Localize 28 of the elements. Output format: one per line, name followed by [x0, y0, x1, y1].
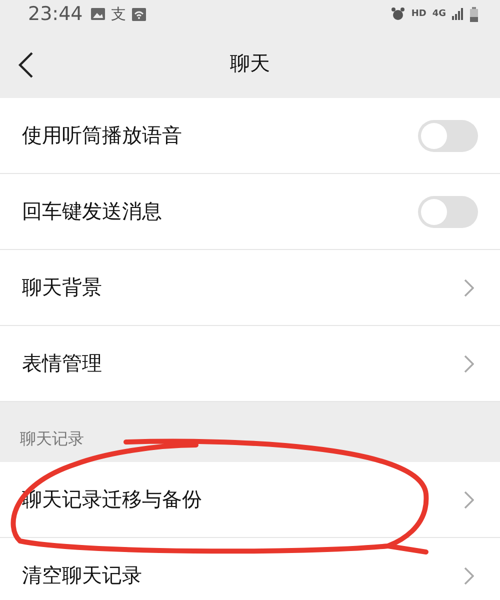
image-icon [90, 8, 105, 20]
chevron-icon [464, 354, 474, 372]
row-label: 表情管理 [22, 350, 102, 377]
toggle-switch[interactable] [418, 196, 478, 228]
status-time: 23:44 [28, 3, 83, 25]
page-title: 聊天 [230, 50, 270, 76]
section-title: 聊天记录 [20, 428, 84, 450]
settings-row[interactable]: 回车键发送消息 [0, 174, 500, 250]
back-icon[interactable] [18, 52, 34, 78]
wifi-icon [132, 8, 146, 20]
app-glyph: 支 [110, 4, 126, 24]
row-label: 回车键发送消息 [22, 198, 162, 225]
alarm-icon [391, 7, 406, 21]
signal-icon [452, 8, 464, 20]
battery-icon [470, 6, 478, 22]
chevron-icon [464, 566, 474, 584]
toggle-switch[interactable] [418, 120, 478, 152]
network-label: 4G [432, 9, 446, 19]
settings-row[interactable]: 表情管理 [0, 326, 500, 402]
settings-row[interactable]: 使用听筒播放语音 [0, 98, 500, 174]
row-label: 使用听筒播放语音 [22, 122, 182, 149]
chevron-icon [464, 278, 474, 296]
chevron-icon [464, 490, 474, 508]
hd-label: HD [411, 9, 426, 19]
settings-row[interactable]: 聊天背景 [0, 250, 500, 326]
row-label: 聊天背景 [22, 274, 102, 301]
row-label: 清空聊天记录 [22, 562, 142, 589]
settings-row[interactable]: 清空聊天记录 [0, 538, 500, 600]
